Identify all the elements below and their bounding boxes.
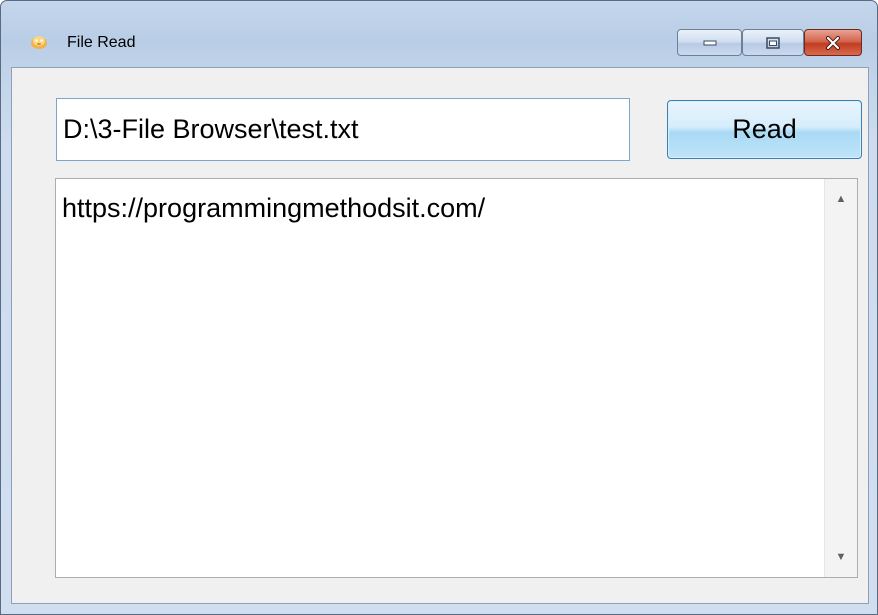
scroll-up-arrow-icon[interactable]: ▲ bbox=[825, 179, 857, 219]
window-title: File Read bbox=[67, 34, 136, 51]
minimize-icon bbox=[703, 40, 716, 45]
app-icon bbox=[31, 36, 47, 49]
minimize-button[interactable] bbox=[677, 29, 742, 56]
scroll-down-arrow-icon[interactable]: ▼ bbox=[825, 537, 857, 577]
title-bar[interactable]: File Read bbox=[1, 1, 877, 56]
read-button[interactable]: Read bbox=[667, 100, 862, 159]
file-path-input[interactable] bbox=[56, 98, 630, 161]
vertical-scrollbar[interactable]: ▲ ▼ bbox=[824, 179, 857, 577]
maximize-icon bbox=[766, 36, 780, 49]
file-content-textbox[interactable]: https://programmingmethodsit.com/ ▲ ▼ bbox=[55, 178, 858, 578]
close-icon bbox=[826, 35, 840, 50]
maximize-button[interactable] bbox=[742, 29, 804, 56]
close-button[interactable] bbox=[804, 29, 862, 56]
file-content-text: https://programmingmethodsit.com/ bbox=[62, 193, 486, 223]
